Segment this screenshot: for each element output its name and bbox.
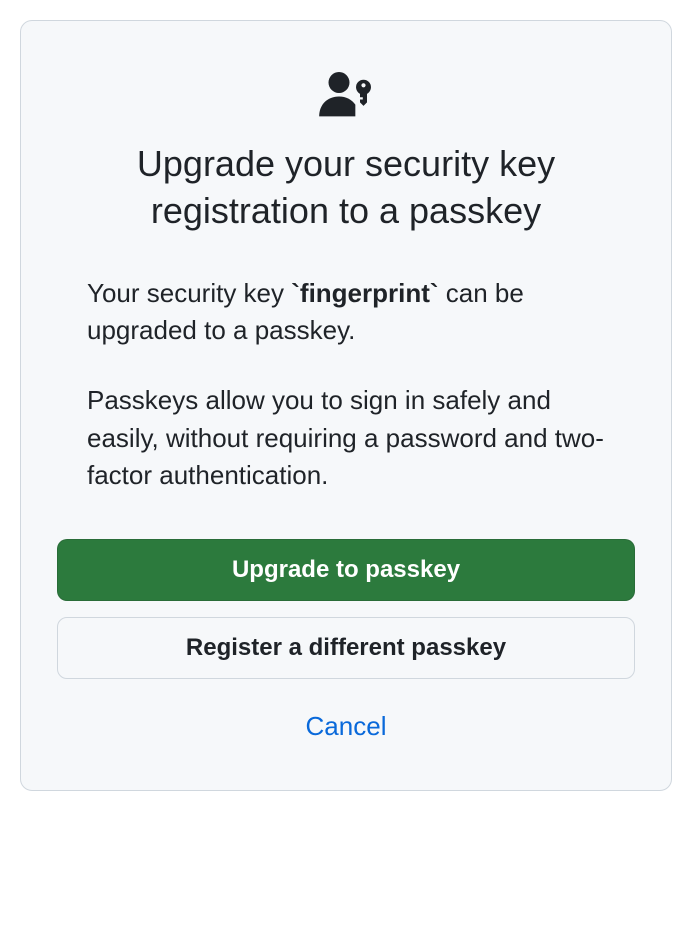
- passkey-upgrade-dialog: Upgrade your security key registration t…: [20, 20, 672, 791]
- passkey-icon: [318, 69, 374, 117]
- icon-container: [57, 69, 635, 117]
- key-name: `fingerprint`: [291, 278, 438, 308]
- cancel-button[interactable]: Cancel: [57, 699, 635, 754]
- dialog-actions: Upgrade to passkey Register a different …: [57, 539, 635, 754]
- body-paragraph-2: Passkeys allow you to sign in safely and…: [87, 382, 605, 495]
- p1-before: Your security key: [87, 278, 291, 308]
- upgrade-to-passkey-button[interactable]: Upgrade to passkey: [57, 539, 635, 601]
- register-different-passkey-button[interactable]: Register a different passkey: [57, 617, 635, 679]
- dialog-title: Upgrade your security key registration t…: [57, 141, 635, 235]
- dialog-body: Your security key `fingerprint` can be u…: [57, 275, 635, 495]
- body-paragraph-1: Your security key `fingerprint` can be u…: [87, 275, 605, 350]
